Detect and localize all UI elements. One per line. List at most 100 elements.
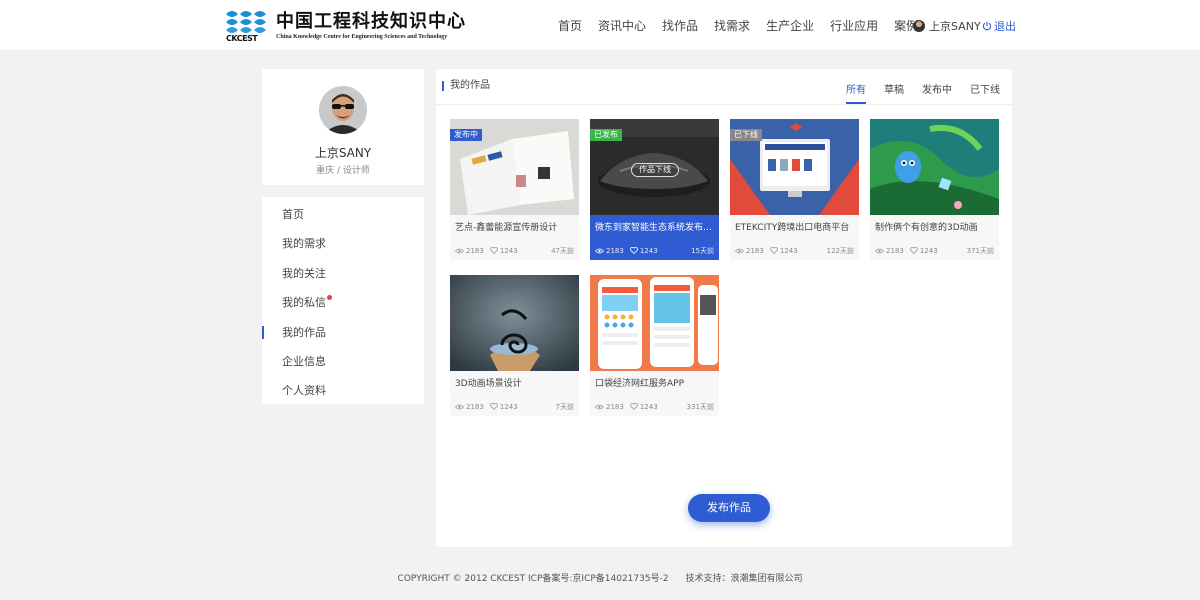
eye-icon [455,248,464,253]
eye-icon [595,248,604,253]
work-title: 艺点-鑫蕾能源宣传册设计 [455,223,558,233]
sidebar-item-profile[interactable]: 个人资料 [262,376,424,405]
view-count: 2183 [466,246,484,255]
user-menu[interactable]: 上京SANY [913,18,981,34]
publish-work-button[interactable]: 发布作品 [688,494,770,522]
like-count: 1243 [639,246,658,255]
sidebar-item-label: 我的需求 [282,237,326,251]
work-card[interactable]: 发布中 艺点-鑫蕾能源宣传册设计 2183 1243 47天前 [450,119,579,260]
profile-card: 上京SANY 重庆 / 设计师 [262,69,424,185]
work-stats: 2183 1243 47天前 [450,241,579,260]
sidebar-item-works[interactable]: 我的作品 [262,318,424,347]
work-stats: 2183 1243 122天前 [730,241,859,260]
like-count: 1243 [779,246,798,255]
nav-manufacturers[interactable]: 生产企业 [766,17,814,34]
user-avatar-small [913,20,925,32]
status-badge: 发布中 [450,129,482,141]
sidebar-item-label: 我的作品 [282,325,326,339]
logout-label: 退出 [994,20,1016,33]
work-card[interactable]: 3D动画场景设计 2183 1243 7天前 [450,275,579,416]
work-age: 371天前 [966,246,994,255]
profile-name: 上京SANY [314,146,372,160]
profile-meta: 重庆 / 设计师 [316,166,370,176]
tab-drafts[interactable]: 草稿 [884,81,904,104]
nav-find-works[interactable]: 找作品 [662,17,698,34]
heart-icon [769,247,778,254]
heart-icon [489,247,498,254]
work-thumbnail [590,275,719,371]
work-stats: 2183 1243 371天前 [870,241,999,260]
like-count: 1243 [499,246,518,255]
work-title: 制作俩个有创意的3D动画 [875,223,978,233]
profile-avatar[interactable] [319,86,367,134]
heart-icon [489,403,498,410]
logo-mark-icon: CKCEST [224,8,270,44]
work-stats: 2183 1243 15天前 [590,241,719,260]
sidebar-menu: 首页 我的需求 我的关注 我的私信 我的作品 企业信息 个人资料 [262,197,424,404]
work-title: ETEKCITY跨境出口电商平台 [735,223,850,233]
work-title: 3D动画场景设计 [455,379,522,389]
footer-support: 技术支持：浪潮集团有限公司 [685,574,803,584]
panel-title: 我的作品 [442,81,490,91]
work-age: 7天前 [555,402,574,411]
work-age: 122天前 [826,246,854,255]
take-offline-button[interactable]: 作品下线 [631,163,679,177]
heart-icon [629,247,638,254]
nav-home[interactable]: 首页 [558,17,582,34]
like-count: 1243 [499,402,518,411]
works-panel: 我的作品 所有 草稿 发布中 已下线 发布中 艺点-鑫蕾能源宣传册设计 2183… [436,69,1012,547]
unread-dot [327,295,332,301]
top-header: CKCEST 中国工程科技知识中心 China Knowledge Centre… [0,0,1200,50]
sidebar-item-company[interactable]: 企业信息 [262,347,424,376]
logo-mark-text: CKCEST [226,34,258,43]
heart-icon [629,403,638,410]
heart-icon [909,247,918,254]
eye-icon [875,248,884,253]
work-age: 331天前 [686,402,714,411]
status-badge: 已发布 [590,129,622,141]
footer-copyright: COPYRIGHT © 2012 CKCEST ICP备案号:京ICP备1402… [397,574,669,584]
work-thumbnail: 已下线 [730,119,859,215]
user-name: 上京SANY [929,20,981,33]
sidebar-item-follows[interactable]: 我的关注 [262,259,424,288]
work-thumbnail [870,119,999,215]
work-title: 口袋经济网红服务APP [595,379,685,389]
sidebar-item-label: 我的私信 [282,296,326,310]
brand-name-cn: 中国工程科技知识中心 [276,10,466,32]
tab-offline[interactable]: 已下线 [970,81,1000,104]
eye-icon [455,404,464,409]
filter-tabs: 所有 草稿 发布中 已下线 [828,81,1000,104]
view-count: 2183 [606,402,624,411]
sidebar-item-demands[interactable]: 我的需求 [262,229,424,258]
nav-find-demands[interactable]: 找需求 [714,17,750,34]
works-panel-header: 我的作品 所有 草稿 发布中 已下线 [436,69,1012,105]
eye-icon [595,404,604,409]
sidebar-item-label: 首页 [282,208,304,221]
work-card[interactable]: 已发布 作品下线 微东到家智能生态系统发布会设计 2183 1243 15天前 [590,119,719,260]
sidebar-item-home[interactable]: 首页 [262,200,424,229]
work-card[interactable]: 口袋经济网红服务APP 2183 1243 331天前 [590,275,719,416]
work-stats: 2183 1243 7天前 [450,397,579,416]
work-age: 15天前 [691,246,714,255]
work-thumbnail: 发布中 [450,119,579,215]
sidebar-item-label: 企业信息 [282,354,326,368]
eye-icon [735,248,744,253]
nav-news[interactable]: 资讯中心 [598,17,646,34]
work-thumbnail: 已发布 作品下线 [590,119,719,215]
sidebar-item-messages[interactable]: 我的私信 [262,288,424,317]
brand-logo[interactable]: CKCEST 中国工程科技知识中心 China Knowledge Centre… [224,8,466,44]
brand-name-en: China Knowledge Centre for Engineering S… [276,33,448,40]
like-count: 1243 [919,246,938,255]
tab-all[interactable]: 所有 [846,81,866,104]
sidebar-item-label: 我的关注 [282,266,326,280]
nav-industry[interactable]: 行业应用 [830,17,878,34]
power-icon [982,21,992,31]
logout-button[interactable]: 退出 [982,18,1016,34]
work-age: 47天前 [551,246,574,255]
main-nav: 首页 资讯中心 找作品 找需求 生产企业 行业应用 案例 [550,17,926,34]
work-card[interactable]: 已下线 ETEKCITY跨境出口电商平台 2183 1243 122天前 [730,119,859,260]
work-stats: 2183 1243 331天前 [590,397,719,416]
work-card[interactable]: 制作俩个有创意的3D动画 2183 1243 371天前 [870,119,999,260]
sidebar-item-label: 个人资料 [282,384,326,398]
tab-publishing[interactable]: 发布中 [922,81,952,104]
